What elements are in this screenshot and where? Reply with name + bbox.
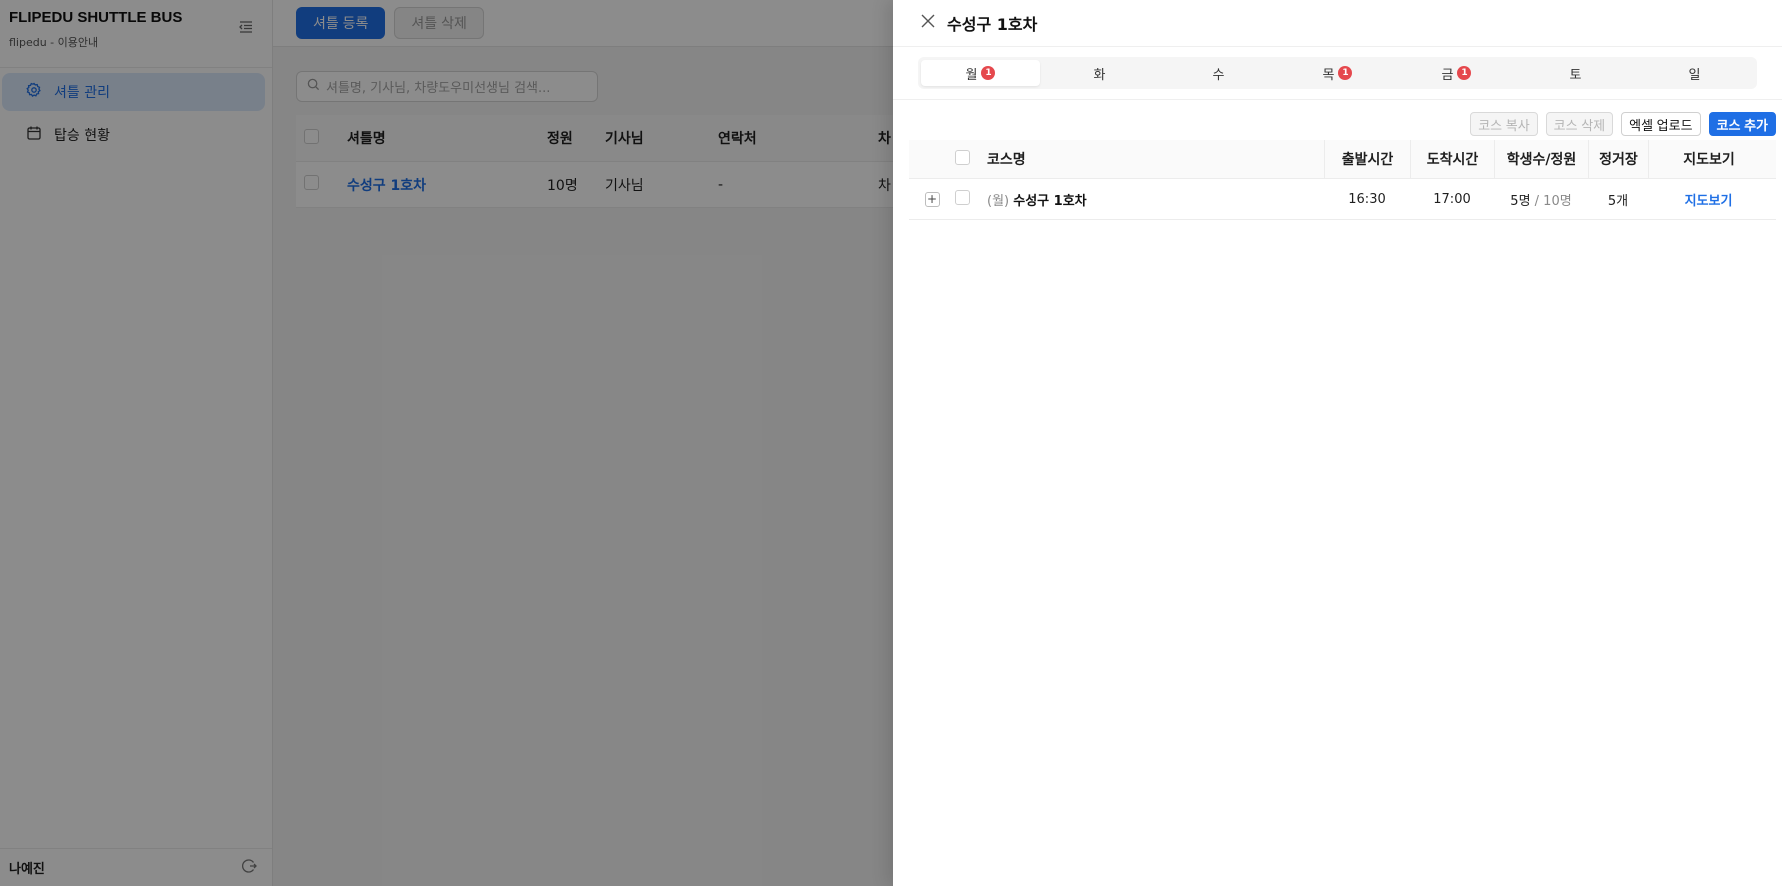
header-students: 학생수/정원	[1494, 139, 1588, 179]
header-departure: 출발시간	[1324, 139, 1410, 179]
tab-saturday[interactable]: 토	[1516, 60, 1635, 86]
drawer-title: 수성구 1호차	[947, 15, 1038, 34]
tab-sunday[interactable]: 일	[1635, 60, 1754, 86]
student-count: 5명	[1510, 193, 1531, 209]
tab-label: 화	[1093, 67, 1106, 83]
arrival-cell: 17:00	[1433, 191, 1471, 207]
tab-label: 월	[965, 67, 978, 83]
tab-thursday[interactable]: 목 1	[1278, 60, 1397, 86]
tab-label: 수	[1212, 67, 1225, 83]
capacity-count: / 10명	[1534, 193, 1572, 209]
tab-wednesday[interactable]: 수	[1159, 60, 1278, 86]
tab-monday[interactable]: 월 1	[921, 60, 1040, 86]
day-prefix: (월)	[987, 193, 1010, 209]
view-map-link[interactable]: 지도보기	[1648, 190, 1769, 209]
row-checkbox[interactable]	[955, 189, 970, 205]
header-arrival: 도착시간	[1410, 139, 1494, 179]
copy-course-button[interactable]: 코스 복사	[1470, 112, 1538, 136]
excel-upload-button[interactable]: 엑셀 업로드	[1621, 112, 1701, 136]
tab-label: 목	[1322, 67, 1335, 83]
tab-label: 금	[1441, 67, 1454, 83]
header-course-name: 코스명	[987, 152, 1026, 168]
course-name: 수성구 1호차	[1013, 193, 1087, 209]
count-badge: 1	[981, 66, 996, 80]
drawer-header: 수성구 1호차	[893, 0, 1782, 47]
stops-cell: 5개	[1607, 193, 1629, 209]
expand-row-icon[interactable]: +	[924, 191, 940, 207]
tab-label: 일	[1688, 67, 1701, 83]
students-cell: 5명 / 10명	[1494, 190, 1588, 209]
course-table: 코스명 출발시간 도착시간 학생수/정원 정거장 지도보기 + (월) 수성구 …	[909, 139, 1776, 220]
delete-course-button[interactable]: 코스 삭제	[1545, 112, 1614, 136]
table-row[interactable]: + (월) 수성구 1호차 16:30 17:00 5명 / 10명 5개 지도…	[909, 179, 1776, 220]
course-table-header: 코스명 출발시간 도착시간 학생수/정원 정거장 지도보기	[909, 139, 1776, 179]
departure-cell: 16:30	[1348, 191, 1386, 207]
tab-tuesday[interactable]: 화	[1040, 60, 1159, 86]
add-course-button[interactable]: 코스 추가	[1708, 112, 1776, 136]
header-stops: 정거장	[1588, 139, 1648, 179]
count-badge: 1	[1457, 66, 1472, 80]
tab-label: 토	[1569, 67, 1582, 83]
tab-friday[interactable]: 금 1	[1397, 60, 1516, 86]
course-name-cell: (월) 수성구 1호차	[987, 190, 1324, 209]
course-drawer: 수성구 1호차 월 1 화 수 목 1 금 1 토 일 코스 복사 코스 삭제 …	[893, 0, 1782, 886]
header-map: 지도보기	[1648, 139, 1769, 179]
count-badge: 1	[1338, 66, 1353, 80]
select-all-courses-checkbox[interactable]	[955, 149, 970, 165]
close-icon[interactable]	[921, 14, 935, 32]
day-tabs-container: 월 1 화 수 목 1 금 1 토 일	[893, 47, 1782, 100]
day-tabs: 월 1 화 수 목 1 금 1 토 일	[918, 57, 1757, 89]
course-actions: 코스 복사 코스 삭제 엑셀 업로드 코스 추가	[893, 100, 1782, 136]
